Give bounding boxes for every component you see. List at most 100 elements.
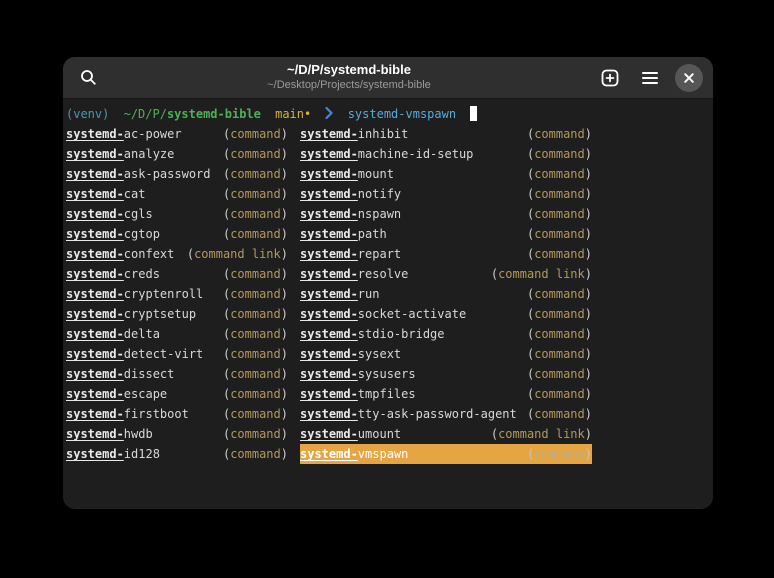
completion-kind: command (534, 407, 585, 421)
completion-item[interactable]: systemd-ac-power (command) (66, 124, 288, 144)
completion-match-prefix: systemd- (66, 247, 124, 261)
close-paren: ) (281, 407, 288, 421)
completion-kind: command (230, 447, 281, 461)
completion-description: (command) (527, 164, 592, 184)
completion-item[interactable]: systemd-cryptenroll (command) (66, 284, 288, 304)
completion-suffix: resolve (358, 267, 409, 281)
completion-description: (command link) (491, 424, 592, 444)
close-paren: ) (585, 347, 592, 361)
completion-item[interactable]: systemd-hwdb (command) (66, 424, 288, 444)
close-paren: ) (585, 427, 592, 441)
completion-description: (command) (223, 344, 288, 364)
completion-name: systemd-path (300, 224, 387, 244)
completion-item[interactable]: systemd-delta (command) (66, 324, 288, 344)
completion-item[interactable]: systemd-sysext (command) (300, 344, 592, 364)
completion-suffix: confext (124, 247, 175, 261)
completion-suffix: path (358, 227, 387, 241)
completion-kind: command (230, 427, 281, 441)
close-paren: ) (281, 447, 288, 461)
completion-kind: command link (498, 427, 585, 441)
completion-item[interactable]: systemd-socket-activate (command) (300, 304, 592, 324)
completion-item[interactable]: systemd-umount (command link) (300, 424, 592, 444)
close-button[interactable] (675, 64, 703, 92)
completion-kind: command (230, 307, 281, 321)
open-paren: ( (491, 267, 498, 281)
prompt-line: (venv) ~/D/P/systemd-bible main• systemd… (66, 104, 710, 124)
completion-name: systemd-stdio-bridge (300, 324, 445, 344)
completion-item[interactable]: systemd-detect-virt (command) (66, 344, 288, 364)
completion-item[interactable]: systemd-escape (command) (66, 384, 288, 404)
completion-match-prefix: systemd- (66, 307, 124, 321)
completion-item[interactable]: systemd-firstboot (command) (66, 404, 288, 424)
completion-item[interactable]: systemd-inhibit (command) (300, 124, 592, 144)
completion-kind: command (230, 207, 281, 221)
menu-button[interactable] (635, 63, 665, 93)
completion-item[interactable]: systemd-id128 (command) (66, 444, 288, 464)
completion-item[interactable]: systemd-tty-ask-password-agent (command) (300, 404, 592, 424)
close-paren: ) (281, 147, 288, 161)
completion-name: systemd-sysusers (300, 364, 416, 384)
completion-name: systemd-id128 (66, 444, 160, 464)
completion-suffix: stdio-bridge (358, 327, 445, 341)
completion-description: (command) (527, 324, 592, 344)
search-button[interactable] (73, 63, 103, 93)
completion-kind: command (534, 327, 585, 341)
search-icon (80, 69, 97, 86)
completion-kind: command (230, 127, 281, 141)
completion-item[interactable]: systemd-sysusers (command) (300, 364, 592, 384)
completion-item[interactable]: systemd-ask-password (command) (66, 164, 288, 184)
completion-name: systemd-creds (66, 264, 160, 284)
completion-kind: command (534, 127, 585, 141)
completion-kind: command (534, 207, 585, 221)
completion-match-prefix: systemd- (66, 427, 124, 441)
prompt-repo: systemd-bible (167, 107, 261, 121)
completion-description: (command) (527, 384, 592, 404)
completion-item[interactable]: systemd-tmpfiles (command) (300, 384, 592, 404)
completion-description: (command) (527, 304, 592, 324)
completion-item[interactable]: systemd-run (command) (300, 284, 592, 304)
completion-item[interactable]: systemd-mount (command) (300, 164, 592, 184)
terminal-window: ~/D/P/systemd-bible ~/Desktop/Projects/s… (63, 57, 713, 509)
completion-item[interactable]: systemd-nspawn (command) (300, 204, 592, 224)
completion-item[interactable]: systemd-machine-id-setup (command) (300, 144, 592, 164)
terminal-content[interactable]: (venv) ~/D/P/systemd-bible main• systemd… (63, 99, 713, 509)
close-paren: ) (281, 187, 288, 201)
completion-item[interactable]: systemd-notify (command) (300, 184, 592, 204)
completion-name: systemd-detect-virt (66, 344, 203, 364)
prompt-git-branch: main• (275, 107, 311, 121)
completion-match-prefix: systemd- (300, 427, 358, 441)
completion-item[interactable]: systemd-stdio-bridge (command) (300, 324, 592, 344)
completion-match-prefix: systemd- (66, 127, 124, 141)
completion-suffix: sysusers (358, 367, 416, 381)
menu-icon (641, 71, 659, 85)
completion-name: systemd-nspawn (300, 204, 401, 224)
new-tab-button[interactable] (595, 63, 625, 93)
completion-item[interactable]: systemd-confext (command link) (66, 244, 288, 264)
completion-item[interactable]: systemd-dissect (command) (66, 364, 288, 384)
completion-kind: command (534, 247, 585, 261)
completion-kind: command (534, 447, 585, 461)
completion-item[interactable]: systemd-creds (command) (66, 264, 288, 284)
completion-suffix: cgls (124, 207, 153, 221)
completion-suffix: run (358, 287, 380, 301)
completion-name: systemd-ask-password (66, 164, 211, 184)
completion-match-prefix: systemd- (66, 187, 124, 201)
completion-description: (command link) (491, 264, 592, 284)
completion-item[interactable]: systemd-path (command) (300, 224, 592, 244)
completion-match-prefix: systemd- (300, 127, 358, 141)
completion-item[interactable]: systemd-resolve (command link) (300, 264, 592, 284)
completion-item[interactable]: systemd-analyze (command) (66, 144, 288, 164)
completion-suffix: firstboot (124, 407, 189, 421)
completion-suffix: inhibit (358, 127, 409, 141)
completion-item[interactable]: systemd-repart (command) (300, 244, 592, 264)
close-paren: ) (585, 127, 592, 141)
completion-item[interactable]: systemd-cat (command) (66, 184, 288, 204)
prompt-path: ~/D/P/ (124, 107, 167, 121)
completion-item[interactable]: systemd-vmspawn (command) (300, 444, 592, 464)
completion-kind: command (534, 367, 585, 381)
completion-item[interactable]: systemd-cgls (command) (66, 204, 288, 224)
completion-match-prefix: systemd- (66, 267, 124, 281)
completion-description: (command) (527, 404, 592, 424)
completion-item[interactable]: systemd-cryptsetup (command) (66, 304, 288, 324)
completion-item[interactable]: systemd-cgtop (command) (66, 224, 288, 244)
